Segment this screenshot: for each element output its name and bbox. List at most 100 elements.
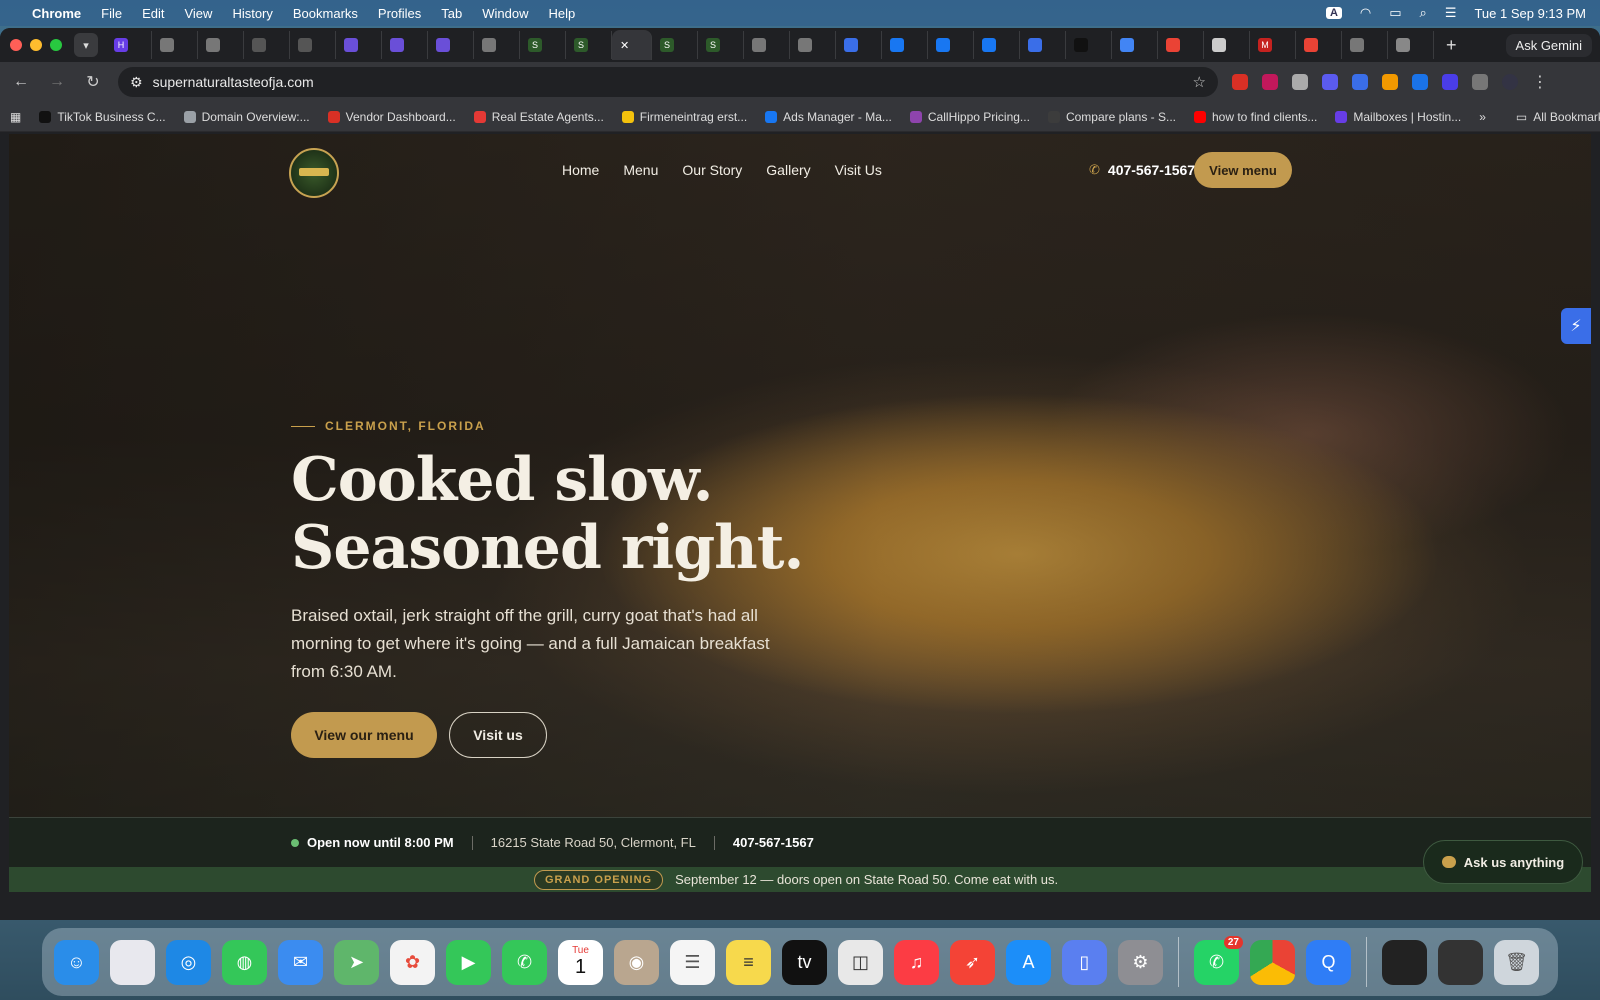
browser-tab[interactable] bbox=[836, 31, 882, 59]
input-source-indicator[interactable]: A bbox=[1325, 7, 1342, 19]
forward-button[interactable]: → bbox=[46, 73, 68, 91]
zoom-window-button[interactable] bbox=[50, 39, 62, 51]
nav-menu[interactable]: Menu bbox=[623, 162, 658, 178]
trash-icon[interactable]: 🗑 bbox=[1494, 939, 1539, 985]
menu-window[interactable]: Window bbox=[482, 6, 528, 21]
browser-tab[interactable]: S bbox=[520, 31, 566, 59]
apps-grid-icon[interactable]: ▦ bbox=[10, 110, 21, 124]
site-info-icon[interactable]: ⚙ bbox=[130, 74, 143, 91]
extension-icon[interactable] bbox=[1262, 74, 1278, 90]
extension-icon[interactable] bbox=[1382, 74, 1398, 90]
address-bar[interactable]: ⚙ supernaturaltasteofja.com ☆ bbox=[118, 67, 1218, 97]
browser-tab[interactable] bbox=[198, 31, 244, 59]
notes-icon[interactable]: ≡ bbox=[726, 939, 771, 985]
bookmark-item[interactable]: Ads Manager - Ma... bbox=[765, 110, 892, 124]
browser-tab[interactable] bbox=[744, 31, 790, 59]
browser-tab[interactable] bbox=[428, 31, 474, 59]
back-button[interactable]: ← bbox=[10, 73, 32, 91]
browser-tab[interactable] bbox=[1204, 31, 1250, 59]
calendar-icon[interactable]: Tue 1 bbox=[558, 939, 603, 985]
visit-us-button[interactable]: Visit us bbox=[449, 712, 547, 758]
contacts-icon[interactable]: ◉ bbox=[614, 939, 659, 985]
extension-icon[interactable] bbox=[1232, 74, 1248, 90]
bookmark-item[interactable]: Domain Overview:... bbox=[183, 110, 310, 124]
menu-view[interactable]: View bbox=[184, 6, 212, 21]
menu-history[interactable]: History bbox=[232, 6, 272, 21]
bookmark-item[interactable]: how to find clients... bbox=[1193, 110, 1317, 124]
nav-visit-us[interactable]: Visit Us bbox=[835, 162, 882, 178]
browser-tab[interactable]: S bbox=[698, 31, 744, 59]
menu-file[interactable]: File bbox=[101, 6, 122, 21]
browser-tab-active[interactable]: ✕ bbox=[612, 30, 652, 60]
minimize-window-button[interactable] bbox=[30, 39, 42, 51]
maps-icon[interactable]: ➤ bbox=[334, 939, 379, 985]
photos-icon[interactable]: ✿ bbox=[390, 939, 435, 985]
spotlight-search-icon[interactable]: ⌕ bbox=[1420, 5, 1427, 21]
tab-close-icon[interactable]: ✕ bbox=[620, 39, 629, 52]
menu-app-name[interactable]: Chrome bbox=[32, 6, 81, 21]
browser-tab[interactable]: S bbox=[652, 31, 698, 59]
info-phone-link[interactable]: 407-567-1567 bbox=[733, 835, 814, 850]
launchpad-icon[interactable] bbox=[110, 939, 155, 985]
browser-tab[interactable] bbox=[974, 31, 1020, 59]
finder-icon[interactable]: ☺ bbox=[54, 939, 99, 985]
bookmark-item[interactable]: Firmeneintrag erst... bbox=[621, 110, 747, 124]
nav-our-story[interactable]: Our Story bbox=[682, 162, 742, 178]
browser-tab[interactable]: M bbox=[1250, 31, 1296, 59]
browser-tab[interactable] bbox=[1112, 31, 1158, 59]
lightning-extension-icon[interactable]: ⚡ bbox=[1561, 308, 1591, 344]
browser-tab[interactable] bbox=[474, 31, 520, 59]
bookmark-item[interactable]: CallHippo Pricing... bbox=[909, 110, 1030, 124]
browser-tab[interactable]: H bbox=[106, 31, 152, 59]
screenshot-icon[interactable]: ◫ bbox=[838, 939, 883, 985]
view-menu-button[interactable]: View menu bbox=[1194, 152, 1292, 188]
address-text[interactable]: 16215 State Road 50, Clermont, FL bbox=[491, 835, 696, 850]
reminders-icon[interactable]: ☰ bbox=[670, 939, 715, 985]
facetime-icon[interactable]: ▶ bbox=[446, 939, 491, 985]
reload-button[interactable]: ↻ bbox=[82, 72, 104, 92]
browser-tab[interactable] bbox=[336, 31, 382, 59]
bookmark-item[interactable]: TikTok Business C... bbox=[39, 110, 166, 124]
menu-profiles[interactable]: Profiles bbox=[378, 6, 421, 21]
bookmark-item[interactable]: Mailboxes | Hostin... bbox=[1335, 110, 1461, 124]
browser-tab[interactable] bbox=[152, 31, 198, 59]
browser-tab[interactable] bbox=[244, 31, 290, 59]
quicktime-icon[interactable]: Q bbox=[1306, 939, 1351, 985]
browser-tab[interactable] bbox=[1342, 31, 1388, 59]
nav-home[interactable]: Home bbox=[562, 162, 599, 178]
browser-tab[interactable] bbox=[1388, 31, 1434, 59]
music-icon[interactable]: ♫ bbox=[894, 939, 939, 985]
extension-icon[interactable] bbox=[1412, 74, 1428, 90]
browser-tab[interactable] bbox=[790, 31, 836, 59]
header-phone-link[interactable]: ✆ 407-567-1567 bbox=[1089, 162, 1195, 178]
url-text[interactable]: supernaturaltasteofja.com bbox=[153, 74, 314, 90]
menubar-clock[interactable]: Tue 1 Sep 9:13 PM bbox=[1474, 6, 1586, 21]
ask-gemini-button[interactable]: Ask Gemini bbox=[1505, 33, 1592, 57]
browser-tab[interactable] bbox=[1066, 31, 1112, 59]
site-logo[interactable] bbox=[289, 148, 339, 198]
bookmark-star-icon[interactable]: ☆ bbox=[1193, 73, 1206, 91]
apple-tv-icon[interactable]: tv bbox=[782, 939, 827, 985]
browser-tab[interactable] bbox=[1296, 31, 1342, 59]
extension-icon[interactable] bbox=[1322, 74, 1338, 90]
browser-tab[interactable] bbox=[1158, 31, 1204, 59]
extension-icon[interactable] bbox=[1442, 74, 1458, 90]
battery-icon[interactable]: ▭ bbox=[1389, 5, 1401, 21]
safari-icon[interactable]: ◎ bbox=[166, 939, 211, 985]
browser-tab[interactable] bbox=[382, 31, 428, 59]
more-bookmarks-button[interactable]: » bbox=[1479, 110, 1486, 124]
phone-app-icon[interactable]: ✆ bbox=[502, 939, 547, 985]
iphone-mirroring-icon[interactable]: ▯ bbox=[1062, 939, 1107, 985]
extensions-puzzle-icon[interactable] bbox=[1472, 74, 1488, 90]
extension-icon[interactable] bbox=[1352, 74, 1368, 90]
control-center-icon[interactable]: ☰ bbox=[1445, 5, 1457, 21]
bookmark-item[interactable]: Compare plans - S... bbox=[1047, 110, 1176, 124]
chrome-icon[interactable] bbox=[1250, 939, 1295, 985]
new-tab-button[interactable]: + bbox=[1446, 35, 1457, 56]
tab-search-button[interactable]: ▾ bbox=[74, 33, 98, 57]
browser-tab[interactable] bbox=[928, 31, 974, 59]
recent-window-thumbnail[interactable] bbox=[1382, 939, 1427, 985]
view-our-menu-button[interactable]: View our menu bbox=[291, 712, 437, 758]
recent-window-thumbnail[interactable] bbox=[1438, 939, 1483, 985]
browser-tab[interactable] bbox=[1020, 31, 1066, 59]
